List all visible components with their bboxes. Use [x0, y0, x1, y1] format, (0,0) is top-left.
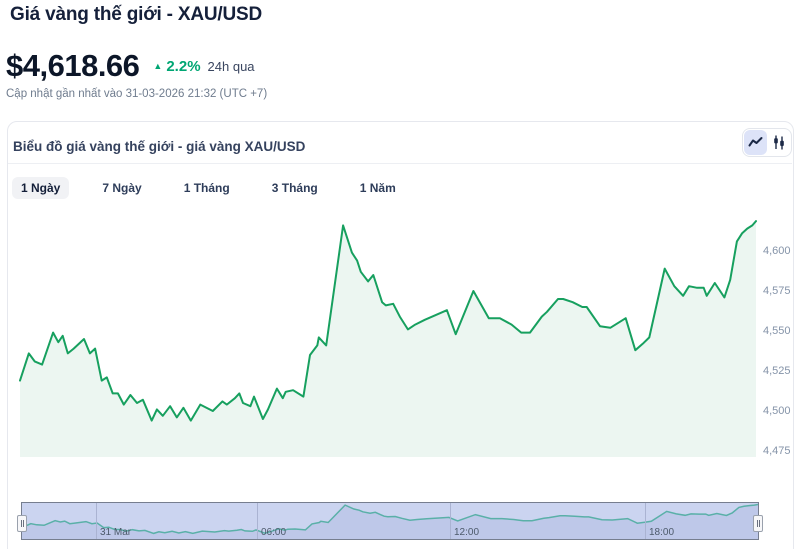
- price-change: ▲ 2.2%: [153, 58, 200, 75]
- current-price: $4,618.66: [6, 48, 139, 84]
- page-title: Giá vàng thế giới - XAU/USD: [10, 4, 262, 26]
- navigator-gridline: [96, 503, 97, 539]
- navigator-time-label: 12:00: [454, 527, 479, 538]
- arrow-up-icon: ▲: [153, 62, 162, 71]
- chart-type-toggle: [742, 128, 792, 157]
- chart-card-title: Biểu đồ giá vàng thế giới - giá vàng XAU…: [13, 139, 305, 154]
- y-axis-tick: 4,475: [763, 445, 791, 457]
- navigator-gridline: [450, 503, 451, 539]
- navigator-mini-chart: [22, 503, 758, 539]
- tab-3-tháng[interactable]: 3 Tháng: [263, 177, 327, 199]
- price-area-chart[interactable]: [0, 210, 800, 460]
- line-chart-icon[interactable]: [744, 130, 767, 155]
- tab-7-ngày[interactable]: 7 Ngày: [93, 177, 150, 199]
- gold-price-page: Giá vàng thế giới - XAU/USD $4,618.66 ▲ …: [0, 0, 800, 549]
- tab-1-tháng[interactable]: 1 Tháng: [175, 177, 239, 199]
- change-percent: 2.2%: [166, 58, 200, 75]
- y-axis-tick: 4,550: [763, 325, 791, 337]
- navigator-right-handle[interactable]: [753, 515, 763, 532]
- y-axis-tick: 4,600: [763, 245, 791, 257]
- navigator-left-handle[interactable]: [17, 515, 27, 532]
- card-divider: [8, 163, 792, 164]
- y-axis-tick: 4,500: [763, 405, 791, 417]
- time-range-tabs: 1 Ngày 7 Ngày 1 Tháng 3 Tháng 1 Năm: [12, 177, 405, 199]
- navigator-time-label: 06:00: [261, 527, 286, 538]
- tab-1-ngày[interactable]: 1 Ngày: [12, 177, 69, 199]
- navigator-time-label: 31 Mar: [100, 527, 131, 538]
- last-updated-text: Cập nhật gần nhất vào 31-03-2026 21:32 (…: [6, 88, 267, 100]
- y-axis-tick: 4,575: [763, 285, 791, 297]
- navigator-gridline: [257, 503, 258, 539]
- navigator-gridline: [645, 503, 646, 539]
- price-row: $4,618.66 ▲ 2.2% 24h qua: [6, 48, 255, 84]
- change-period: 24h qua: [208, 59, 255, 74]
- y-axis-tick: 4,525: [763, 365, 791, 377]
- chart-navigator[interactable]: 31 Mar 06:00 12:00 18:00: [21, 502, 759, 540]
- navigator-time-label: 18:00: [649, 527, 674, 538]
- tab-1-năm[interactable]: 1 Năm: [351, 177, 405, 199]
- candlestick-icon[interactable]: [767, 130, 790, 155]
